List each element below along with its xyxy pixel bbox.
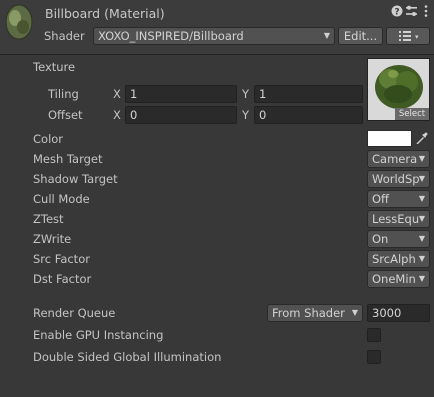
offset-x-field[interactable]: 0	[125, 106, 237, 124]
shader-label: Shader	[44, 29, 85, 43]
tiling-y-field[interactable]: 1	[254, 85, 363, 103]
zwrite-dropdown[interactable]: On ▼	[367, 230, 430, 248]
chevron-down-icon: ▼	[418, 214, 425, 223]
ztest-dropdown[interactable]: LessEqu ▼	[367, 210, 430, 228]
chevron-down-icon: ▼	[418, 194, 425, 203]
material-preview-icon	[3, 3, 35, 41]
render-queue-mode-dropdown[interactable]: From Shader ▼	[267, 304, 363, 322]
dst-factor-label: Dst Factor	[33, 272, 92, 286]
svg-text:?: ?	[394, 8, 399, 18]
mesh-target-dropdown[interactable]: Camera ▼	[367, 150, 430, 168]
chevron-down-icon: ▼	[418, 274, 425, 283]
cull-mode-label: Cull Mode	[33, 192, 90, 206]
double-sided-gi-checkbox[interactable]	[367, 350, 381, 364]
double-sided-gi-label: Double Sided Global Illumination	[33, 350, 222, 364]
color-swatch[interactable]	[367, 130, 412, 147]
offset-x-label: X	[113, 108, 121, 122]
chevron-down-icon: ▼	[351, 308, 358, 317]
shader-dropdown[interactable]: XOXO_INSPIRED/Billboard ▼	[93, 27, 335, 45]
cull-mode-value: Off	[372, 192, 389, 206]
svg-text:▾: ▾	[415, 33, 419, 41]
src-factor-label: Src Factor	[33, 252, 90, 266]
offset-y-label: Y	[242, 108, 250, 122]
chevron-down-icon: ▼	[418, 174, 425, 183]
zwrite-label: ZWrite	[33, 232, 72, 246]
render-queue-mode-value: From Shader	[272, 306, 345, 320]
tiling-label: Tiling	[48, 87, 79, 101]
tiling-x-field[interactable]: 1	[125, 85, 237, 103]
material-title: Billboard (Material)	[45, 6, 165, 21]
tiling-y-label: Y	[242, 87, 250, 101]
shader-value: XOXO_INSPIRED/Billboard	[98, 29, 244, 43]
chevron-down-icon: ▼	[418, 254, 425, 263]
chevron-down-icon: ▼	[418, 154, 425, 163]
gpu-instancing-label: Enable GPU Instancing	[33, 328, 164, 342]
tiling-x-label: X	[113, 87, 121, 101]
color-label: Color	[33, 132, 64, 146]
mesh-target-label: Mesh Target	[33, 152, 103, 166]
offset-label: Offset	[48, 108, 83, 122]
texture-label: Texture	[33, 60, 76, 74]
render-queue-label: Render Queue	[33, 306, 116, 320]
more-options-icon[interactable]	[423, 4, 429, 21]
list-icon: ▾	[399, 31, 419, 41]
ztest-label: ZTest	[33, 212, 64, 226]
texture-select-label: Select	[398, 109, 426, 119]
src-factor-dropdown[interactable]: SrcAlph ▼	[367, 250, 430, 268]
shadow-target-value: WorldSp	[372, 172, 420, 186]
edit-shader-button[interactable]: Edit...	[338, 27, 383, 45]
chevron-down-icon: ▼	[418, 234, 425, 243]
preset-icon[interactable]	[405, 5, 418, 20]
texture-select-button[interactable]: Select	[395, 108, 429, 120]
ztest-value: LessEqu	[372, 212, 420, 226]
offset-y-field[interactable]: 0	[254, 106, 363, 124]
src-factor-value: SrcAlph	[372, 252, 416, 266]
shadow-target-dropdown[interactable]: WorldSp ▼	[367, 170, 430, 188]
eyedropper-icon[interactable]	[415, 131, 429, 148]
cull-mode-dropdown[interactable]: Off ▼	[367, 190, 430, 208]
list-menu-button[interactable]: ▾	[386, 27, 430, 45]
gpu-instancing-checkbox[interactable]	[367, 328, 381, 342]
help-icon[interactable]: ?	[391, 5, 403, 20]
dst-factor-value: OneMin	[372, 272, 416, 286]
zwrite-value: On	[372, 232, 389, 246]
texture-slot[interactable]: Select	[367, 58, 430, 121]
mesh-target-value: Camera	[372, 152, 418, 166]
dst-factor-dropdown[interactable]: OneMin ▼	[367, 270, 430, 288]
render-queue-field[interactable]: 3000	[367, 304, 430, 322]
chevron-down-icon: ▼	[323, 31, 330, 40]
shadow-target-label: Shadow Target	[33, 172, 118, 186]
